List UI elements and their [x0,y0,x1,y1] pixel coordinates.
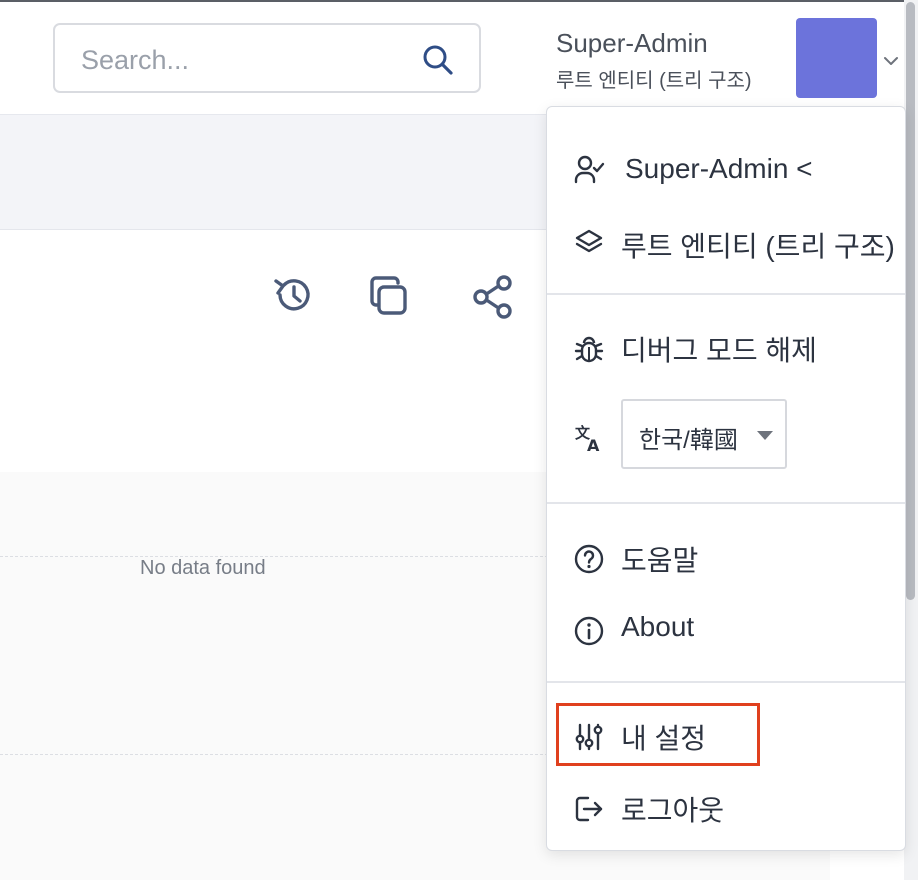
page-subheader [0,115,548,230]
user-entity[interactable]: 루트 엔티티 (트리 구조) [556,64,752,93]
menu-item-profile[interactable]: Super-Admin < [547,141,905,197]
menu-item-help[interactable]: 도움말 [547,529,905,585]
menu-label-about: About [621,611,695,642]
bug-icon [574,336,604,363]
menu-item-about[interactable]: About [547,601,905,657]
info-circle-icon [574,616,604,646]
language-select-value: 한국/韓國 [639,427,738,454]
menu-label-logout: 로그아웃 [621,795,725,826]
menu-item-debug[interactable]: 디버그 모드 해제 [547,319,905,375]
menu-divider [547,681,905,683]
menu-item-entity[interactable]: 루트 엔티티 (트리 구조) [547,213,905,269]
highlight-box [556,703,760,766]
top-header: Super-Admin 루트 엔티티 (트리 구조) [0,2,904,115]
language-select[interactable]: 한국/韓國 [621,399,787,469]
item-toolbar [0,230,548,472]
svg-text:A: A [587,436,600,453]
share-icon[interactable] [470,274,516,320]
empty-state-text: No data found [140,557,266,579]
menu-label-help: 도움말 [621,545,699,576]
history-icon[interactable] [270,272,316,318]
user-name[interactable]: Super-Admin [556,28,708,59]
search-box[interactable] [53,23,481,93]
menu-label-entity: 루트 엔티티 (트리 구조) [621,231,895,262]
caret-down-icon [757,431,773,440]
scrollbar-thumb[interactable] [906,2,915,600]
logout-icon [575,796,603,822]
menu-divider [547,293,905,295]
search-input[interactable] [79,37,413,83]
table-divider [0,754,548,755]
help-circle-icon [574,544,604,574]
chevron-down-icon[interactable] [882,54,900,68]
menu-divider [547,502,905,504]
translate-icon: 文 A [575,424,600,453]
copy-icon[interactable] [366,274,412,320]
avatar[interactable] [796,18,877,98]
menu-label-debug: 디버그 모드 해제 [621,335,817,366]
table-divider [0,556,548,557]
menu-item-logout[interactable]: 로그아웃 [547,779,905,835]
user-check-icon [574,155,605,184]
layers-icon [575,229,603,253]
menu-label-profile: Super-Admin < [625,153,813,184]
search-icon[interactable] [421,43,455,77]
